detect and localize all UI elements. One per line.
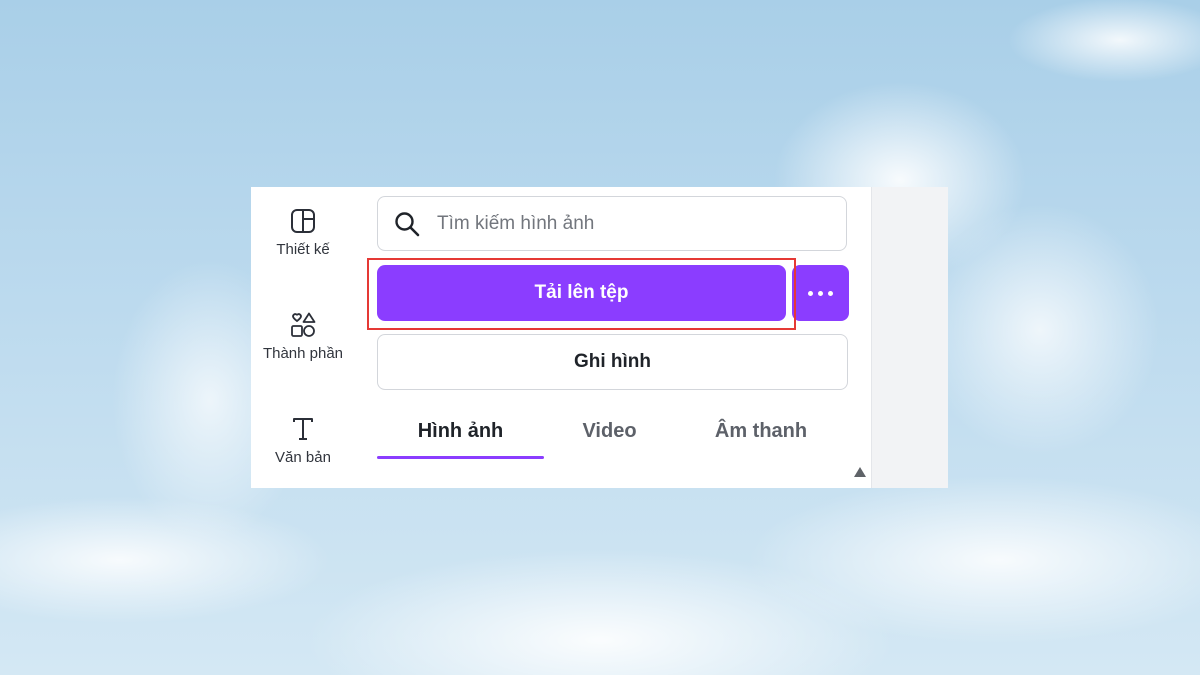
more-dots-icon: [808, 290, 833, 296]
upload-file-button[interactable]: Tải lên tệp: [377, 265, 786, 321]
uploads-panel: Thiết kế Thành phần Văn bản Tả: [251, 187, 948, 488]
scroll-up-arrow-icon[interactable]: [854, 467, 866, 477]
side-rail: Thiết kế Thành phần Văn bản: [251, 187, 355, 488]
search-input[interactable]: [435, 211, 819, 236]
search-icon: [395, 211, 420, 236]
canvas-strip: [871, 187, 948, 488]
shapes-icon: [291, 312, 316, 337]
active-tab-indicator: [377, 456, 544, 459]
sidebar-item-elements[interactable]: Thành phần: [251, 311, 355, 362]
tab-audio[interactable]: Âm thanh: [675, 409, 847, 459]
sidebar-item-label: Văn bản: [275, 449, 331, 466]
tab-video[interactable]: Video: [544, 409, 675, 459]
sidebar-item-text[interactable]: Văn bản: [251, 415, 355, 466]
layout-icon: [291, 209, 315, 233]
text-icon: [293, 418, 313, 440]
search-box[interactable]: [377, 196, 847, 251]
sidebar-item-label: Thành phần: [262, 345, 344, 362]
media-tabs: Hình ảnh Video Âm thanh: [377, 409, 847, 459]
tab-images[interactable]: Hình ảnh: [377, 409, 544, 459]
more-options-button[interactable]: [792, 265, 849, 321]
sidebar-item-label: Thiết kế: [276, 241, 330, 258]
record-button[interactable]: Ghi hình: [377, 334, 848, 390]
sidebar-item-design[interactable]: Thiết kế: [251, 207, 355, 258]
